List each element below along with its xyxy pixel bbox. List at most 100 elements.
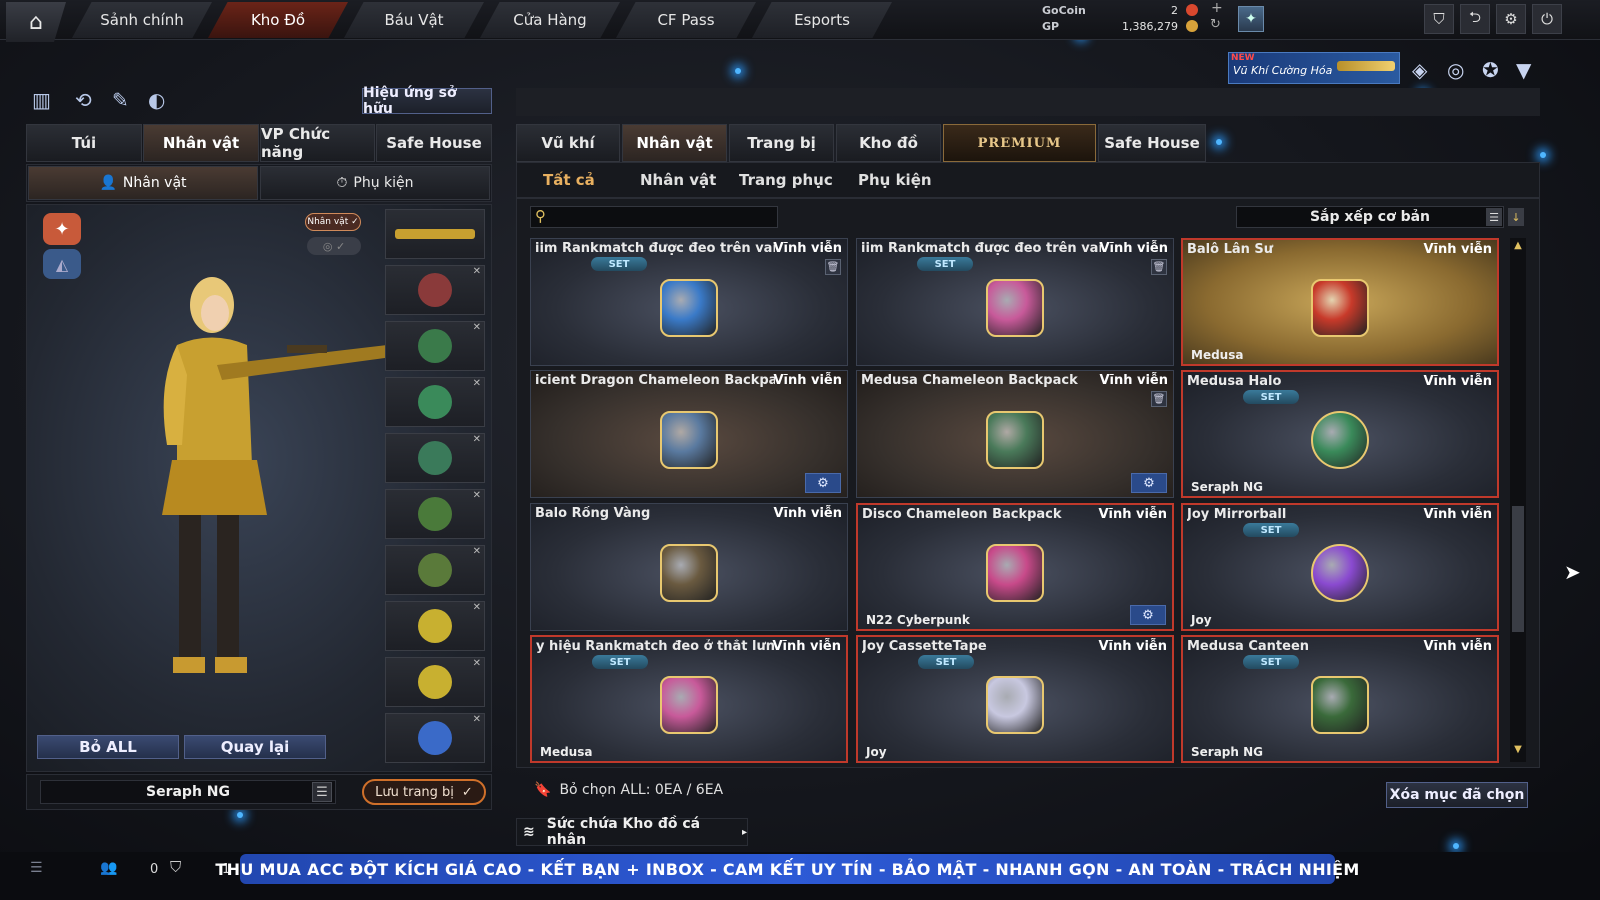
- add-coin-icon[interactable]: +: [1211, 0, 1223, 16]
- search-box[interactable]: ⚲: [530, 206, 778, 228]
- exit-lobby-button[interactable]: ⮌: [1460, 4, 1490, 34]
- inventory-item-card[interactable]: Medusa Halo Vĩnh viễn SET Seraph NG: [1181, 370, 1499, 498]
- inventory-item-card[interactable]: icient Dragon Chameleon Backpack Vĩnh viễ…: [530, 370, 848, 498]
- capacity-button[interactable]: ≋ Sức chứa Kho đồ cá nhân ▸: [516, 816, 748, 848]
- inventory-item-card[interactable]: Joy CassetteTape Vĩnh viễn SET Joy: [856, 635, 1174, 763]
- back-button[interactable]: Quay lại: [184, 735, 326, 759]
- inventory-tab-2[interactable]: Trang bị: [729, 124, 834, 162]
- globe-icon[interactable]: ◎: [1447, 58, 1464, 82]
- character-badge[interactable]: Nhân vật ✓: [305, 213, 361, 231]
- ranking-icon[interactable]: ▥: [32, 88, 51, 112]
- visibility-toggle-icon[interactable]: ◎ ✓: [307, 237, 361, 255]
- nav-tab-1[interactable]: Kho Đồ: [208, 2, 348, 38]
- inventory-item-card[interactable]: Disco Chameleon Backpack Vĩnh viễn N22 Cyb…: [856, 503, 1174, 631]
- trash-icon[interactable]: 🗑: [825, 259, 841, 275]
- close-icon[interactable]: ✕: [473, 322, 481, 333]
- close-icon[interactable]: ✕: [473, 434, 481, 445]
- inventory-tab-5[interactable]: Safe House: [1098, 124, 1206, 162]
- settings-button[interactable]: ⚙: [1496, 4, 1526, 34]
- close-icon[interactable]: ✕: [473, 490, 481, 501]
- trash-icon[interactable]: 🗑: [1151, 391, 1167, 407]
- nav-tab-2[interactable]: Báu Vật: [344, 2, 484, 38]
- subtab-accessories[interactable]: ⏱ Phụ kiện: [260, 166, 490, 200]
- delete-selected-button[interactable]: Xóa mục đã chọn: [1386, 782, 1528, 808]
- left-tab-3[interactable]: Safe House: [376, 124, 492, 162]
- inventory-subtab-2[interactable]: Trang phục: [739, 171, 833, 189]
- equipment-slot[interactable]: ✕: [385, 433, 485, 483]
- list-view-icon[interactable]: ☰: [1486, 208, 1502, 226]
- mask-emblem-icon[interactable]: ◭: [43, 249, 81, 279]
- owned-effects-button[interactable]: Hiệu ứng sở hữu: [362, 85, 492, 117]
- left-tab-1[interactable]: Nhân vật: [143, 124, 259, 162]
- inventory-tab-1[interactable]: Nhân vật: [622, 124, 727, 162]
- shield-button[interactable]: ⛉: [1424, 4, 1454, 34]
- inventory-subtab-3[interactable]: Phụ kiện: [858, 171, 932, 189]
- inventory-subtab-0[interactable]: Tất cả: [543, 171, 595, 189]
- left-tab-2[interactable]: VP Chức năng: [260, 124, 375, 162]
- search-input[interactable]: [557, 209, 773, 225]
- crosshair-icon[interactable]: ✪: [1482, 58, 1499, 82]
- inventory-tab-4[interactable]: PREMIUM: [943, 124, 1096, 162]
- gear-icon[interactable]: ⚙: [1130, 605, 1166, 625]
- scrollbar-thumb[interactable]: [1512, 506, 1524, 632]
- equipment-slot[interactable]: ✕: [385, 545, 485, 595]
- menu-icon[interactable]: ☰: [312, 782, 332, 802]
- refresh-icon[interactable]: ↻: [1210, 17, 1221, 32]
- inventory-tab-0[interactable]: Vũ khí: [516, 124, 620, 162]
- character-name-field[interactable]: Seraph NG: [40, 780, 336, 804]
- inventory-item-card[interactable]: Medusa Canteen Vĩnh viễn SET Seraph NG: [1181, 635, 1499, 763]
- character-preview[interactable]: ✦ ◭ Nhân vật ✓ ◎ ✓ ✕ ✕ ✕ ✕ ✕ ✕ ✕ ✕ ✕: [26, 204, 492, 772]
- nav-tab-3[interactable]: Cửa Hàng: [480, 2, 620, 38]
- equipment-slot[interactable]: ✕: [385, 265, 485, 315]
- sort-direction-icon[interactable]: ↓: [1508, 208, 1524, 226]
- inventory-item-card[interactable]: y hiệu Rankmatch đeo ở thắt lưng Vĩnh viễ…: [530, 635, 848, 763]
- history-icon[interactable]: ⟲: [75, 88, 92, 112]
- power-button[interactable]: ⏻: [1532, 4, 1562, 34]
- equipment-slot[interactable]: [385, 209, 485, 259]
- left-tab-0[interactable]: Túi: [26, 124, 142, 162]
- close-icon[interactable]: ✕: [473, 546, 481, 557]
- fox-emblem-icon[interactable]: ✦: [43, 213, 81, 245]
- event-icon[interactable]: ✦: [1238, 6, 1264, 32]
- close-icon[interactable]: ✕: [473, 658, 481, 669]
- inventory-item-card[interactable]: iim Rankmatch được đeo trên vai Vĩnh viễn…: [530, 238, 848, 366]
- close-icon[interactable]: ✕: [473, 714, 481, 725]
- nav-tab-0[interactable]: Sảnh chính: [72, 2, 212, 38]
- close-icon[interactable]: ✕: [473, 378, 481, 389]
- equipment-slot[interactable]: ✕: [385, 713, 485, 763]
- equipment-slot[interactable]: ✕: [385, 321, 485, 371]
- close-icon[interactable]: ✕: [473, 602, 481, 613]
- equipment-slot[interactable]: ✕: [385, 657, 485, 707]
- v-logo-icon[interactable]: ▼: [1516, 58, 1531, 82]
- promo-banner[interactable]: NEW Vũ Khí Cường Hóa: [1228, 52, 1400, 84]
- equipment-slot[interactable]: ✕: [385, 489, 485, 539]
- remove-all-button[interactable]: Bỏ ALL: [37, 735, 179, 759]
- close-icon[interactable]: ✕: [473, 266, 481, 277]
- inventory-item-card[interactable]: Balo Rồng Vàng Vĩnh viễn: [530, 503, 848, 631]
- scroll-up-icon[interactable]: ▲: [1512, 240, 1524, 254]
- subtab-character[interactable]: 👤 Nhân vật: [28, 166, 258, 200]
- inventory-item-card[interactable]: Balô Lân Sư Vĩnh viễn Medusa: [1181, 238, 1499, 366]
- gear-icon[interactable]: ⚙: [1131, 473, 1167, 493]
- character-edit-icon[interactable]: ✎: [112, 88, 129, 112]
- inventory-tab-3[interactable]: Kho đồ: [836, 124, 941, 162]
- trash-icon[interactable]: 🗑: [1151, 259, 1167, 275]
- friends-icon[interactable]: 👥: [100, 860, 117, 876]
- equipment-slot[interactable]: ✕: [385, 377, 485, 427]
- clan-shield-icon[interactable]: ⛉: [170, 858, 181, 876]
- mouse-icon[interactable]: ◐: [148, 88, 165, 112]
- nav-tab-4[interactable]: CF Pass: [616, 2, 756, 38]
- inventory-item-card[interactable]: Medusa Chameleon Backpack Vĩnh viễn 🗑 ⚙: [856, 370, 1174, 498]
- equipment-slot[interactable]: ✕: [385, 601, 485, 651]
- list-icon[interactable]: ☰: [30, 860, 43, 876]
- inventory-item-card[interactable]: iim Rankmatch được đeo trên vai Vĩnh viễn…: [856, 238, 1174, 366]
- inventory-item-card[interactable]: Joy Mirrorball Vĩnh viễn SET Joy: [1181, 503, 1499, 631]
- deselect-all[interactable]: 🔖 Bỏ chọn ALL: 0EA / 6EA: [534, 782, 723, 798]
- gear-icon[interactable]: ⚙: [805, 473, 841, 493]
- scroll-down-icon[interactable]: ▼: [1512, 744, 1524, 758]
- inventory-subtab-1[interactable]: Nhân vật: [640, 171, 716, 189]
- emblem-icon[interactable]: ◈: [1412, 58, 1427, 82]
- sort-dropdown[interactable]: Sắp xếp cơ bản: [1236, 206, 1504, 228]
- save-equipment-button[interactable]: Lưu trang bị ✓: [362, 779, 486, 805]
- scrollbar-track[interactable]: [1510, 238, 1526, 762]
